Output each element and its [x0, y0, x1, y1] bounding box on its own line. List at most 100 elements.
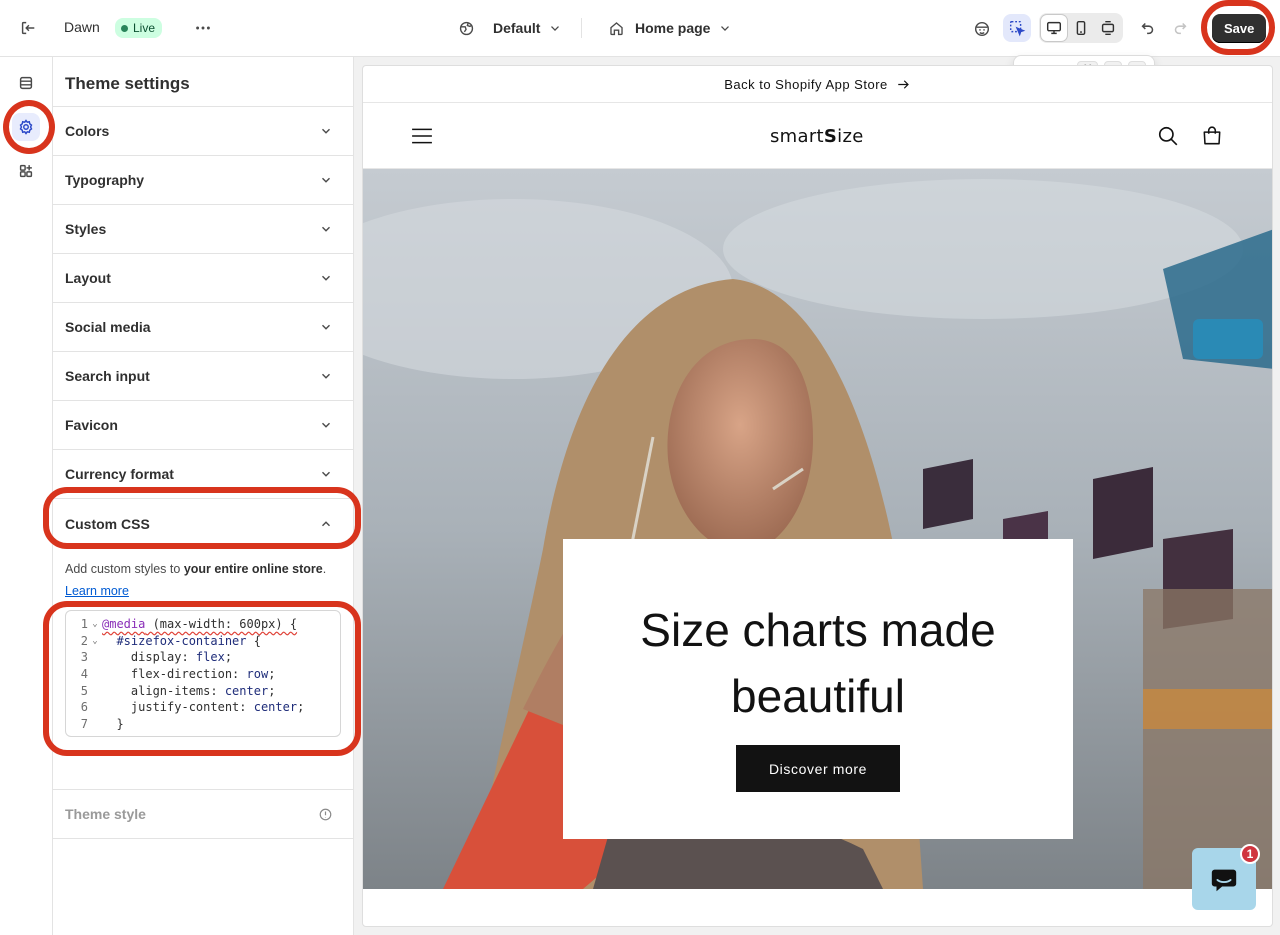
custom-css-editor[interactable]: 1 ⌄ @media (max-width: 600px) { 2 ⌄ #siz…: [65, 609, 341, 737]
code-line: 1 ⌄ @media (max-width: 600px) {: [66, 616, 340, 633]
accordion-label: Layout: [65, 270, 111, 286]
announcement-bar[interactable]: Back to Shopify App Store: [363, 66, 1272, 103]
store-preview: Back to Shopify App Store smart Size Siz…: [362, 65, 1273, 927]
hero-title-line: beautiful: [731, 670, 905, 722]
code-token: @media: [102, 616, 146, 631]
chevron-down-icon: [551, 26, 560, 31]
live-badge-label: Live: [133, 21, 156, 35]
fullscreen-icon[interactable]: [1095, 15, 1121, 41]
discover-more-button[interactable]: Discover more: [736, 745, 900, 792]
accordion-label: Colors: [65, 123, 110, 139]
learn-more-link[interactable]: Learn more: [65, 584, 129, 598]
help-text-bold: your entire online store: [183, 562, 323, 576]
arrow-right-icon: [898, 79, 909, 89]
code-token: }: [102, 716, 124, 731]
accordion-favicon[interactable]: Favicon: [53, 401, 353, 450]
code-token: ;: [224, 650, 233, 665]
code-token: (max-width: 600px) {: [145, 616, 298, 631]
device-toggle-group: [1039, 13, 1123, 43]
info-icon[interactable]: [318, 807, 333, 822]
code-token: justify-content:: [102, 700, 254, 715]
line-number: 3: [80, 650, 88, 665]
code-line: 5 align-items: center;: [66, 682, 340, 699]
chevron-down-icon: [721, 26, 730, 31]
accordion-custom-css[interactable]: Custom CSS: [53, 499, 353, 548]
line-number: 5: [80, 683, 88, 698]
code-token: display:: [102, 650, 196, 665]
divider: [581, 18, 582, 38]
apps-icon[interactable]: [12, 157, 40, 185]
hero-title: Size charts made beautiful: [640, 597, 995, 729]
search-icon[interactable]: [1157, 103, 1179, 169]
custom-css-body: Add custom styles to your entire online …: [53, 548, 353, 790]
top-bar: Dawn Live Default Home page Save: [0, 0, 1280, 57]
code-token: flex: [195, 650, 225, 665]
template-dropdown[interactable]: Default: [458, 14, 562, 42]
chevron-down-icon: [322, 275, 330, 281]
store-logo[interactable]: smart Size: [770, 103, 864, 169]
code-token: {: [246, 633, 261, 648]
announcement-text: Back to Shopify App Store: [724, 76, 888, 92]
template-label: Default: [493, 20, 541, 36]
desktop-icon[interactable]: [1041, 15, 1067, 41]
accordion-label: Custom CSS: [65, 515, 150, 532]
chat-bubble-icon: [1211, 869, 1237, 892]
inspector-icon[interactable]: [1003, 14, 1031, 42]
accordion-label: Theme style: [65, 806, 146, 822]
fold-chevron-icon[interactable]: ⌄: [88, 636, 102, 646]
accordion-search-input[interactable]: Search input: [53, 352, 353, 401]
code-token: flex-direction:: [102, 666, 247, 681]
accordion-colors[interactable]: Colors: [53, 107, 353, 156]
chevron-down-icon: [322, 177, 330, 183]
code-line: 3 display: flex;: [66, 649, 340, 666]
code-token: ;: [268, 683, 276, 698]
sections-icon[interactable]: [12, 69, 40, 97]
theme-settings-gear-icon[interactable]: [12, 113, 40, 141]
code-token: align-items:: [102, 683, 225, 698]
mobile-icon[interactable]: [1068, 15, 1094, 41]
page-label: Home page: [635, 20, 711, 36]
exit-icon[interactable]: [14, 14, 42, 42]
accordion-theme-style[interactable]: Theme style: [53, 790, 353, 839]
accordion-typography[interactable]: Typography: [53, 156, 353, 205]
chat-notification-badge: 1: [1240, 844, 1260, 864]
live-dot-icon: [121, 24, 128, 32]
accordion-styles[interactable]: Styles: [53, 205, 353, 254]
menu-icon[interactable]: [411, 103, 433, 169]
chevron-down-icon: [322, 128, 330, 134]
hero-title-line: Size charts made: [640, 604, 996, 656]
code-line: 4 flex-direction: row;: [66, 666, 340, 683]
redo-icon[interactable]: [1166, 14, 1194, 42]
line-number: 1: [80, 616, 88, 631]
home-icon: [610, 21, 623, 35]
undo-icon[interactable]: [1134, 14, 1162, 42]
save-button[interactable]: Save: [1212, 14, 1267, 43]
chevron-down-icon: [322, 422, 330, 428]
line-number: 2: [80, 633, 88, 648]
code-line: 2 ⌄ #sizefox-container {: [66, 632, 340, 649]
code-token: ;: [297, 700, 305, 715]
fold-chevron-icon[interactable]: ⌄: [88, 619, 102, 629]
accordion-label: Search input: [65, 368, 150, 384]
chevron-up-icon: [322, 520, 330, 526]
chevron-down-icon: [322, 373, 330, 379]
accordion-layout[interactable]: Layout: [53, 254, 353, 303]
page-dropdown[interactable]: Home page: [608, 14, 732, 42]
face-icon[interactable]: [968, 15, 996, 43]
help-text: Add custom styles to: [65, 562, 184, 576]
cart-icon[interactable]: [1201, 103, 1223, 169]
hero-banner: Size charts made beautiful Discover more: [363, 169, 1272, 889]
accordion-label: Favicon: [65, 417, 118, 433]
code-token: center: [224, 683, 269, 698]
accordion-social-media[interactable]: Social media: [53, 303, 353, 352]
accordion-label: Styles: [65, 221, 107, 237]
code-line: 7 }: [66, 716, 340, 733]
globe-icon: [459, 21, 474, 35]
chevron-down-icon: [322, 226, 330, 232]
more-actions-icon[interactable]: [189, 14, 217, 42]
theme-name: Dawn: [64, 19, 100, 35]
line-number: 6: [80, 700, 88, 715]
code-token: center: [253, 700, 298, 715]
line-number: 7: [80, 716, 88, 731]
accordion-currency-format[interactable]: Currency format: [53, 450, 353, 499]
